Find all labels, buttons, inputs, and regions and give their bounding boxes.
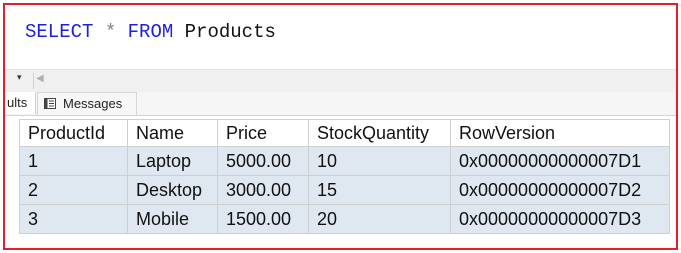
- table-cell[interactable]: 15: [309, 176, 451, 205]
- grid-header-row: ProductId Name Price StockQuantity RowVe…: [20, 120, 670, 147]
- column-header[interactable]: Name: [128, 120, 218, 147]
- table-cell[interactable]: 10: [309, 147, 451, 176]
- table-cell[interactable]: 3000.00: [218, 176, 309, 205]
- results-grid[interactable]: ProductId Name Price StockQuantity RowVe…: [19, 119, 670, 234]
- table-row[interactable]: 2 Desktop 3000.00 15 0x00000000000007D2: [20, 176, 670, 205]
- sql-star: *: [104, 21, 117, 43]
- table-cell[interactable]: 0x00000000000007D1: [451, 147, 670, 176]
- table-cell[interactable]: 3: [20, 205, 128, 234]
- table-cell[interactable]: 1500.00: [218, 205, 309, 234]
- table-cell[interactable]: Laptop: [128, 147, 218, 176]
- table-row[interactable]: 1 Laptop 5000.00 10 0x00000000000007D1: [20, 147, 670, 176]
- table-cell[interactable]: 5000.00: [218, 147, 309, 176]
- tab-results-label: ults: [7, 95, 28, 110]
- zoom-dropdown[interactable]: ▾: [5, 73, 34, 89]
- sql-keyword-from: FROM: [127, 21, 174, 43]
- results-tab-bar: ults Messages: [5, 92, 676, 116]
- table-cell[interactable]: Mobile: [128, 205, 218, 234]
- table-cell[interactable]: Desktop: [128, 176, 218, 205]
- column-header[interactable]: Price: [218, 120, 309, 147]
- table-cell[interactable]: 2: [20, 176, 128, 205]
- tab-messages-label: Messages: [63, 96, 123, 111]
- table-cell[interactable]: 20: [309, 205, 451, 234]
- tab-messages[interactable]: Messages: [37, 92, 137, 115]
- table-cell[interactable]: 0x00000000000007D3: [451, 205, 670, 234]
- column-header[interactable]: RowVersion: [451, 120, 670, 147]
- tab-results[interactable]: ults: [5, 92, 36, 114]
- horizontal-scrollbar[interactable]: ▾ ◀: [5, 69, 676, 92]
- sql-query: SELECT * FROM Products: [25, 21, 276, 43]
- query-editor[interactable]: SELECT * FROM Products: [5, 5, 676, 69]
- table-cell[interactable]: 0x00000000000007D2: [451, 176, 670, 205]
- sql-table-name: Products: [184, 21, 276, 43]
- chevron-down-icon: ▾: [17, 73, 22, 83]
- scroll-left-icon[interactable]: ◀: [36, 73, 44, 84]
- table-cell[interactable]: 1: [20, 147, 128, 176]
- messages-icon: [44, 98, 56, 109]
- column-header[interactable]: ProductId: [20, 120, 128, 147]
- screenshot-frame: SELECT * FROM Products ▾ ◀ ults Messages…: [3, 3, 678, 250]
- sql-keyword-select: SELECT: [25, 21, 94, 43]
- results-grid-area: ProductId Name Price StockQuantity RowVe…: [5, 116, 676, 248]
- table-row[interactable]: 3 Mobile 1500.00 20 0x00000000000007D3: [20, 205, 670, 234]
- column-header[interactable]: StockQuantity: [309, 120, 451, 147]
